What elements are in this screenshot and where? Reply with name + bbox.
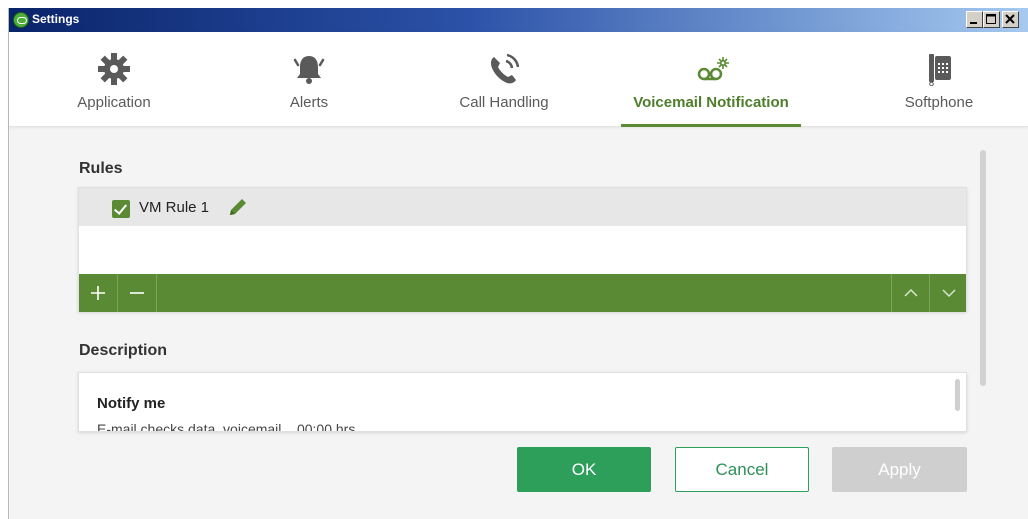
- tab-application[interactable]: Application: [39, 32, 189, 127]
- tab-label: Softphone: [904, 94, 974, 111]
- apply-button[interactable]: Apply: [832, 447, 967, 492]
- maximize-button[interactable]: [983, 11, 1000, 28]
- description-box: Notify me E-mail checks data, voicemail.…: [78, 372, 967, 432]
- rules-toolbar: [79, 274, 966, 312]
- ok-button[interactable]: OK: [517, 447, 651, 492]
- move-down-button[interactable]: [930, 274, 968, 312]
- minus-icon: [130, 292, 144, 294]
- close-button[interactable]: [1002, 11, 1019, 28]
- title-bar[interactable]: Settings: [9, 8, 1028, 32]
- description-text: E-mail checks data, voicemail... 00:00 h…: [97, 421, 371, 432]
- gear-icon: [98, 53, 130, 85]
- tab-label: Alerts: [289, 94, 329, 111]
- maximize-icon: [986, 14, 996, 24]
- close-icon: [1005, 14, 1015, 24]
- phone-icon: [490, 53, 520, 84]
- tab-softphone[interactable]: Softphone: [864, 32, 1014, 127]
- description-scrollbar[interactable]: [955, 379, 960, 411]
- tab-label: Voicemail Notification: [633, 94, 789, 111]
- minimize-icon: [970, 22, 977, 24]
- bell-icon: [293, 56, 325, 84]
- plus-icon: [91, 286, 105, 300]
- tab-voicemail-notification[interactable]: Voicemail Notification: [621, 32, 801, 127]
- tab-label: Call Handling: [459, 94, 549, 111]
- app-icon: [13, 12, 29, 28]
- tab-label: Application: [77, 94, 151, 111]
- chevron-down-icon: [942, 289, 956, 298]
- description-heading: Notify me: [97, 395, 166, 412]
- rules-list: VM Rule 1: [78, 187, 967, 312]
- voicemail-icon: [697, 57, 729, 81]
- pencil-icon[interactable]: [227, 196, 249, 218]
- rules-title: Rules: [79, 160, 123, 177]
- description-title: Description: [79, 342, 168, 359]
- active-tab-indicator: [621, 124, 801, 127]
- move-up-button[interactable]: [892, 274, 930, 312]
- rule-checkbox[interactable]: [112, 200, 130, 218]
- rule-label: VM Rule 1: [139, 199, 210, 216]
- desk-phone-icon: [929, 54, 951, 86]
- chevron-up-icon: [904, 288, 918, 297]
- list-item[interactable]: VM Rule 1: [79, 188, 966, 226]
- cancel-button[interactable]: Cancel: [675, 447, 809, 492]
- settings-tab-bar: Application Alerts Call Handling Voicema…: [9, 32, 1028, 127]
- minimize-button[interactable]: [966, 11, 983, 28]
- tab-alerts[interactable]: Alerts: [234, 32, 384, 127]
- settings-window: Settings Application Alerts Call Handlin…: [8, 8, 1028, 519]
- add-rule-button[interactable]: [79, 274, 117, 312]
- window-title: Settings: [32, 12, 80, 26]
- tab-call-handling[interactable]: Call Handling: [429, 32, 579, 127]
- remove-rule-button[interactable]: [118, 274, 156, 312]
- toolbar-divider: [156, 274, 157, 312]
- content-scrollbar[interactable]: [980, 150, 986, 386]
